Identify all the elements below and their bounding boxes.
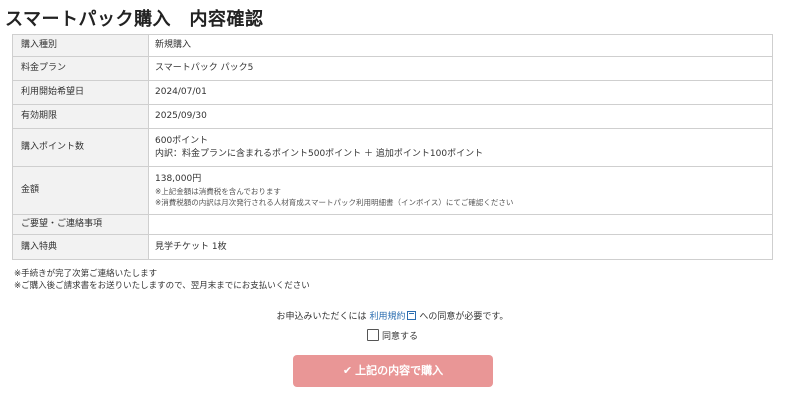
purchase-button[interactable]: ✔ 上記の内容で購入 (293, 355, 493, 387)
row-value: 新規購入 (148, 34, 773, 57)
price-value: 138,000円 (155, 174, 202, 184)
row-value (148, 214, 773, 235)
check-icon: ✔ (342, 364, 353, 377)
tax-note: ※上記金額は消費税を含んでおります (155, 187, 281, 196)
row-label: 有効期限 (12, 104, 149, 129)
table-row: 金額 138,000円 ※上記金額は消費税を含んでおります ※消費税額の内訳は月… (12, 166, 773, 215)
table-row: 有効期限 2025/09/30 (12, 104, 773, 129)
purchase-button-label: 上記の内容で購入 (355, 364, 444, 377)
table-row: 購入種別 新規購入 (12, 34, 773, 57)
row-label: 購入種別 (12, 34, 149, 57)
table-row: 利用開始希望日 2024/07/01 (12, 80, 773, 105)
row-label: 料金プラン (12, 56, 149, 81)
points-value: 600ポイント (155, 135, 209, 146)
row-value: スマートパック パック5 (148, 56, 773, 81)
row-label: 金額 (12, 166, 149, 215)
confirmation-table: 購入種別 新規購入 料金プラン スマートパック パック5 利用開始希望日 202… (12, 34, 773, 260)
notes: ※手続きが完了次第ご連絡いたします ※ご購入後ご請求書をお送りいたしますので、翌… (14, 268, 310, 292)
row-label: ご要望・ご連絡事項 (12, 214, 149, 235)
page-title: スマートパック購入 内容確認 (5, 9, 264, 30)
table-row: ご要望・ご連絡事項 (12, 214, 773, 235)
table-row: 購入特典 見学チケット 1枚 (12, 234, 773, 260)
external-window-icon (407, 311, 417, 320)
row-value: 138,000円 ※上記金額は消費税を含んでおります ※消費税額の内訳は月次発行… (148, 166, 773, 215)
terms-link-label: 利用規約 (369, 312, 406, 322)
row-label: 利用開始希望日 (12, 80, 149, 105)
row-label: 購入特典 (12, 234, 149, 260)
agree-checkbox[interactable] (366, 329, 379, 341)
terms-link[interactable]: 利用規約 (369, 311, 417, 322)
agree-checkbox-label[interactable]: 同意する (382, 332, 418, 342)
note-line: ※手続きが完了次第ご連絡いたします (14, 269, 158, 279)
row-label: 購入ポイント数 (12, 128, 149, 167)
invoice-note: ※消費税額の内訳は月次発行される人材育成スマートパック利用明細書（インボイス）に… (155, 198, 514, 207)
table-row: 購入ポイント数 600ポイント 内訳：料金プランに含まれるポイント500ポイント… (12, 128, 773, 167)
note-line: ※ご購入後ご請求書をお送りいたしますので、翌月末までにお支払いください (14, 281, 310, 291)
row-value: 見学チケット 1枚 (148, 234, 773, 260)
agreement-suffix: への同意が必要です。 (419, 312, 509, 322)
agreement-message: お申込みいただくには 利用規約 への同意が必要です。 (0, 309, 785, 322)
points-breakdown: 内訳：料金プランに含まれるポイント500ポイント ＋ 追加ポイント100ポイント (155, 148, 484, 159)
table-row: 料金プラン スマートパック パック5 (12, 56, 773, 81)
agreement-prefix: お申込みいただくには (276, 312, 367, 322)
row-value: 2024/07/01 (148, 80, 773, 105)
agree-checkbox-row[interactable]: 同意する (0, 329, 785, 342)
row-value: 2025/09/30 (148, 104, 773, 129)
row-value: 600ポイント 内訳：料金プランに含まれるポイント500ポイント ＋ 追加ポイン… (148, 128, 773, 167)
